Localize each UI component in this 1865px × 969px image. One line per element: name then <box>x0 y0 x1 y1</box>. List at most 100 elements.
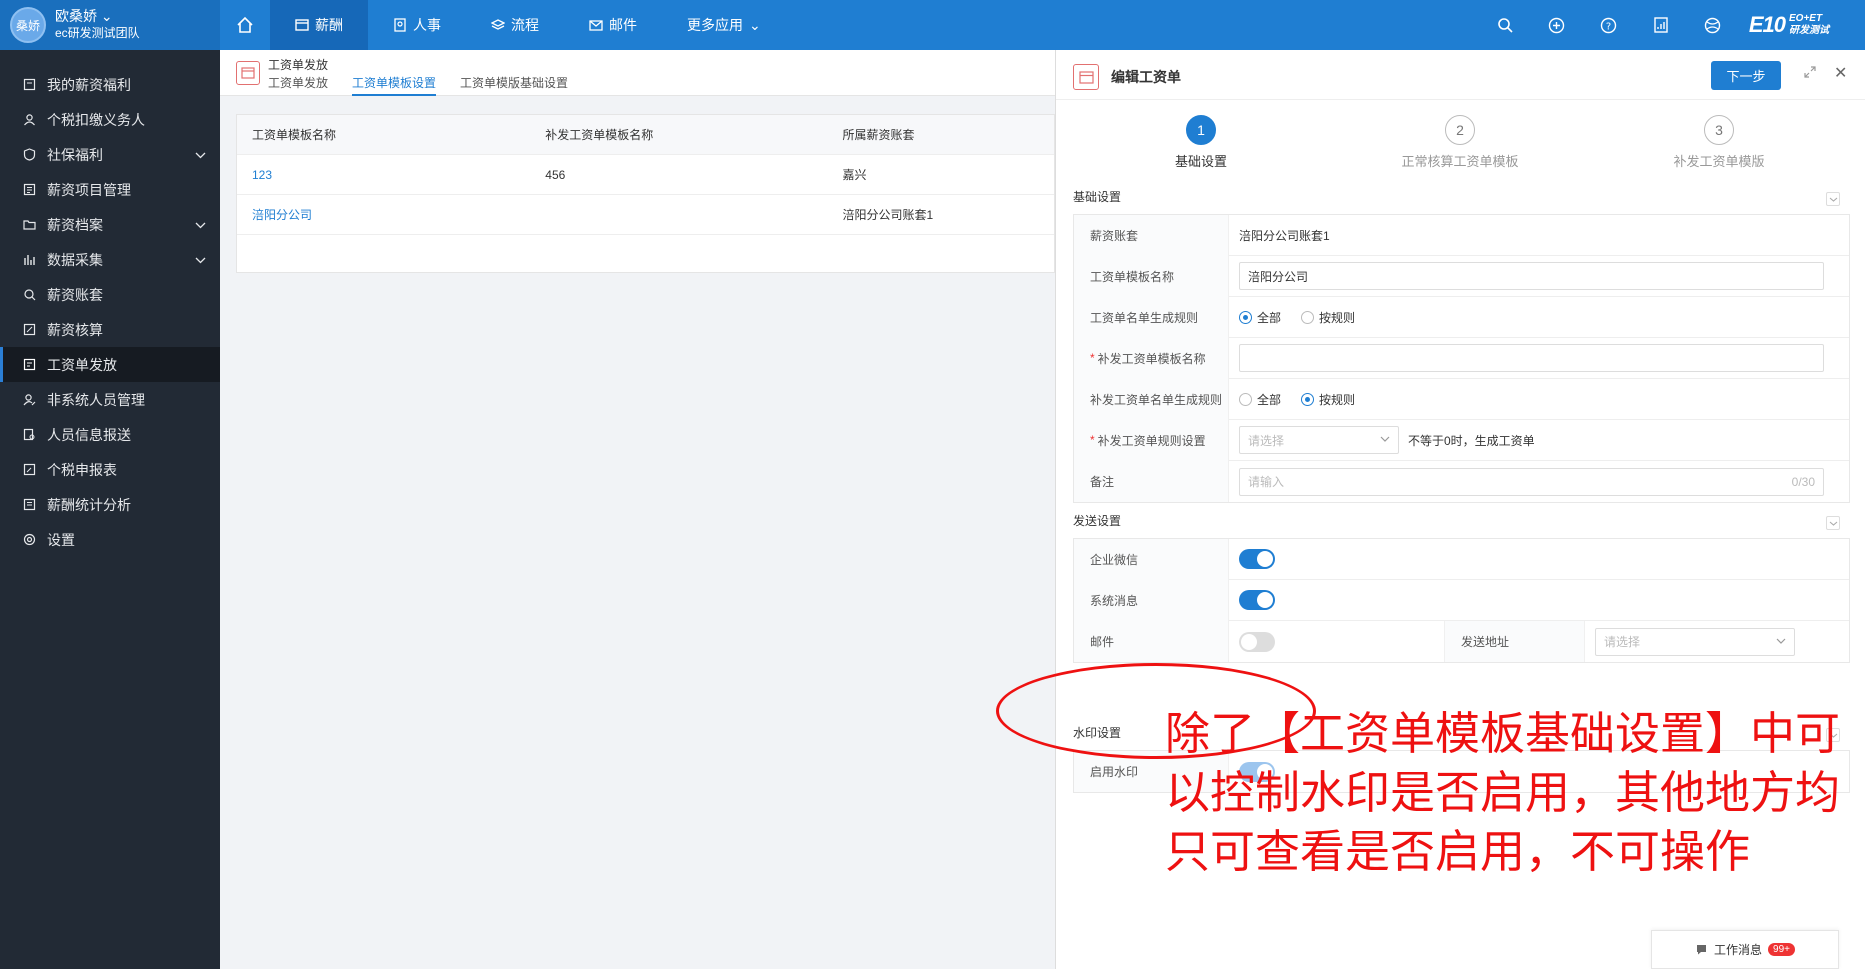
payslip-icon <box>236 61 260 85</box>
supplement-rule-select[interactable]: 请选择 <box>1239 426 1399 454</box>
help-button[interactable]: ? <box>1583 0 1635 50</box>
sidebar-item-social-welfare[interactable]: 社保福利 <box>0 137 220 172</box>
expand-icon[interactable] <box>1803 65 1817 82</box>
sidebar-item-settings[interactable]: 设置 <box>0 522 220 557</box>
section-title-basic: 基础设置 <box>1073 190 1122 204</box>
radio-by-rule[interactable]: 按规则 <box>1301 309 1355 326</box>
form-row: 企业微信 <box>1074 538 1849 580</box>
chat-bubble-icon <box>1697 945 1706 955</box>
template-name-link[interactable]: 涪阳分公司 <box>237 206 530 223</box>
help-icon: ? <box>1601 17 1617 33</box>
form-row: 补发工资单名单生成规则 全部 按规则 <box>1074 378 1849 420</box>
account-value: 涪阳分公司账套1 <box>1239 228 1330 243</box>
main-content: 工资单发放 工资单发放 工资单模板设置 工资单模版基础设置 工资单模板名称 补发… <box>220 50 1055 969</box>
mail-toggle[interactable] <box>1239 631 1275 652</box>
wallet-icon <box>22 78 36 92</box>
sidebar-item-non-system-staff[interactable]: 非系统人员管理 <box>0 382 220 417</box>
table-header: 工资单模板名称 补发工资单模板名称 所属薪资账套 <box>237 115 1054 155</box>
chevron-down-icon <box>1380 433 1390 447</box>
search-button[interactable] <box>1479 0 1531 50</box>
payslip-icon <box>22 358 36 372</box>
remark-input[interactable]: 请输入 0/30 <box>1239 467 1824 496</box>
gear-icon <box>22 533 36 547</box>
field-label: 工资单名单生成规则 <box>1074 296 1229 338</box>
system-message-toggle[interactable] <box>1239 590 1275 610</box>
folder-icon <box>22 218 36 232</box>
sidebar-item-my-salary[interactable]: 我的薪资福利 <box>0 67 220 102</box>
user-block[interactable]: 桑娇 欧桑娇 ⌄ ec研发测试团队 <box>0 0 220 50</box>
home-icon <box>237 16 253 33</box>
next-step-button[interactable]: 下一步 <box>1711 61 1781 90</box>
send-address-select[interactable]: 请选择 <box>1595 627 1795 656</box>
svg-text:?: ? <box>1606 21 1611 32</box>
template-name-link[interactable]: 123 <box>237 168 530 182</box>
unread-badge: 99+ <box>1768 943 1795 956</box>
annotation-text: 除了【工资单模板基础设置】中可以控制水印是否启用，其他地方均只可查看是否启用，不… <box>1165 707 1841 878</box>
wechat-toggle[interactable] <box>1239 549 1275 569</box>
chevron-down-icon <box>195 253 206 269</box>
sidebar-item-salary-items[interactable]: 薪资项目管理 <box>0 172 220 207</box>
field-label: * 补发工资单模板名称 <box>1074 337 1229 379</box>
nav-item-hr[interactable]: 人事 <box>368 0 466 50</box>
nav-item-mail[interactable]: 邮件 <box>564 0 662 50</box>
supplement-rule-hint: 不等于0时，生成工资单 <box>1408 433 1535 448</box>
globe-icon <box>1705 17 1721 33</box>
form-row: 系统消息 <box>1074 579 1849 621</box>
chevron-down-icon[interactable] <box>1826 516 1840 530</box>
chevron-down-icon[interactable] <box>1826 192 1840 206</box>
sidebar-item-salary-calc[interactable]: 薪资核算 <box>0 312 220 347</box>
globe-button[interactable] <box>1687 0 1739 50</box>
column-header: 所属薪资账套 <box>842 128 915 142</box>
step-normal-template[interactable]: 2 正常核算工资单模板 <box>1360 115 1560 170</box>
sidebar-item-data-collection[interactable]: 数据采集 <box>0 242 220 277</box>
step-basic[interactable]: 1 基础设置 <box>1101 115 1301 170</box>
sidebar-item-salary-archive[interactable]: 薪资档案 <box>0 207 220 242</box>
section-title-send: 发送设置 <box>1073 514 1122 528</box>
radio-all[interactable]: 全部 <box>1239 309 1281 326</box>
field-label: 薪资账套 <box>1074 214 1229 256</box>
sidebar-item-salary-account[interactable]: 薪资账套 <box>0 277 220 312</box>
template-name-input[interactable]: 涪阳分公司 <box>1239 262 1824 290</box>
table-cell: 嘉兴 <box>842 168 867 182</box>
form-row: * 补发工资单模板名称 <box>1074 337 1849 379</box>
radio-all[interactable]: 全部 <box>1239 391 1281 408</box>
step-supplement-template[interactable]: 3 补发工资单模版 <box>1619 115 1819 170</box>
sidebar-item-payslip-issue[interactable]: 工资单发放 <box>0 347 220 382</box>
tab-template-settings[interactable]: 工资单模板设置 <box>352 74 437 96</box>
form-row: * 补发工资单规则设置 请选择 不等于0时，生成工资单 <box>1074 419 1849 461</box>
close-icon[interactable]: ✕ <box>1834 63 1847 83</box>
nav-item-more-apps[interactable]: 更多应用 ⌄ <box>662 0 786 50</box>
sidebar-item-tax-report[interactable]: 个税申报表 <box>0 452 220 487</box>
field-label: 发送地址 <box>1445 621 1585 662</box>
tab-payslip-issue[interactable]: 工资单发放 <box>268 74 328 96</box>
send-settings-form: 企业微信 系统消息 邮件 发送地址 请选择 <box>1073 538 1850 663</box>
avatar[interactable]: 桑娇 <box>10 7 46 43</box>
column-header: 工资单模板名称 <box>252 128 337 142</box>
page-header: 工资单发放 工资单发放 工资单模板设置 工资单模版基础设置 <box>220 50 1055 96</box>
nav-item-salary[interactable]: 薪酬 <box>270 0 368 50</box>
brand-logo: E10 EO+ET 研发测试 <box>1748 12 1829 37</box>
chevron-down-icon: ⌄ <box>749 16 761 33</box>
add-button[interactable] <box>1531 0 1583 50</box>
panel-header: 编辑工资单 下一步 ✕ <box>1056 50 1865 100</box>
work-messages-button[interactable]: 工作消息 99+ <box>1651 930 1839 969</box>
tab-template-base-settings[interactable]: 工资单模版基础设置 <box>460 74 568 96</box>
home-button[interactable] <box>220 0 270 50</box>
analysis-icon <box>22 498 36 512</box>
field-label: 工资单模板名称 <box>1074 255 1229 297</box>
supplement-template-name-input[interactable] <box>1239 344 1824 372</box>
form-row: 备注 请输入 0/30 <box>1074 461 1849 502</box>
sidebar-item-staff-info-report[interactable]: 人员信息报送 <box>0 417 220 452</box>
mail-icon <box>589 20 603 31</box>
plus-circle-icon <box>1549 17 1565 33</box>
bar-chart-icon <box>22 253 36 267</box>
nav-item-workflow[interactable]: 流程 <box>466 0 564 50</box>
sidebar-item-stats-analysis[interactable]: 薪酬统计分析 <box>0 487 220 522</box>
report-icon <box>1654 17 1668 33</box>
radio-by-rule[interactable]: 按规则 <box>1301 391 1355 408</box>
sidebar-item-tax-agent[interactable]: 个税扣缴义务人 <box>0 102 220 137</box>
page-tabs: 工资单发放 工资单模板设置 工资单模版基础设置 <box>268 74 568 96</box>
form-row: 薪资账套 涪阳分公司账套1 <box>1074 214 1849 256</box>
main-nav: 薪酬 人事 流程 邮件 更多应用 ⌄ <box>220 0 786 50</box>
report-button[interactable] <box>1635 0 1687 50</box>
